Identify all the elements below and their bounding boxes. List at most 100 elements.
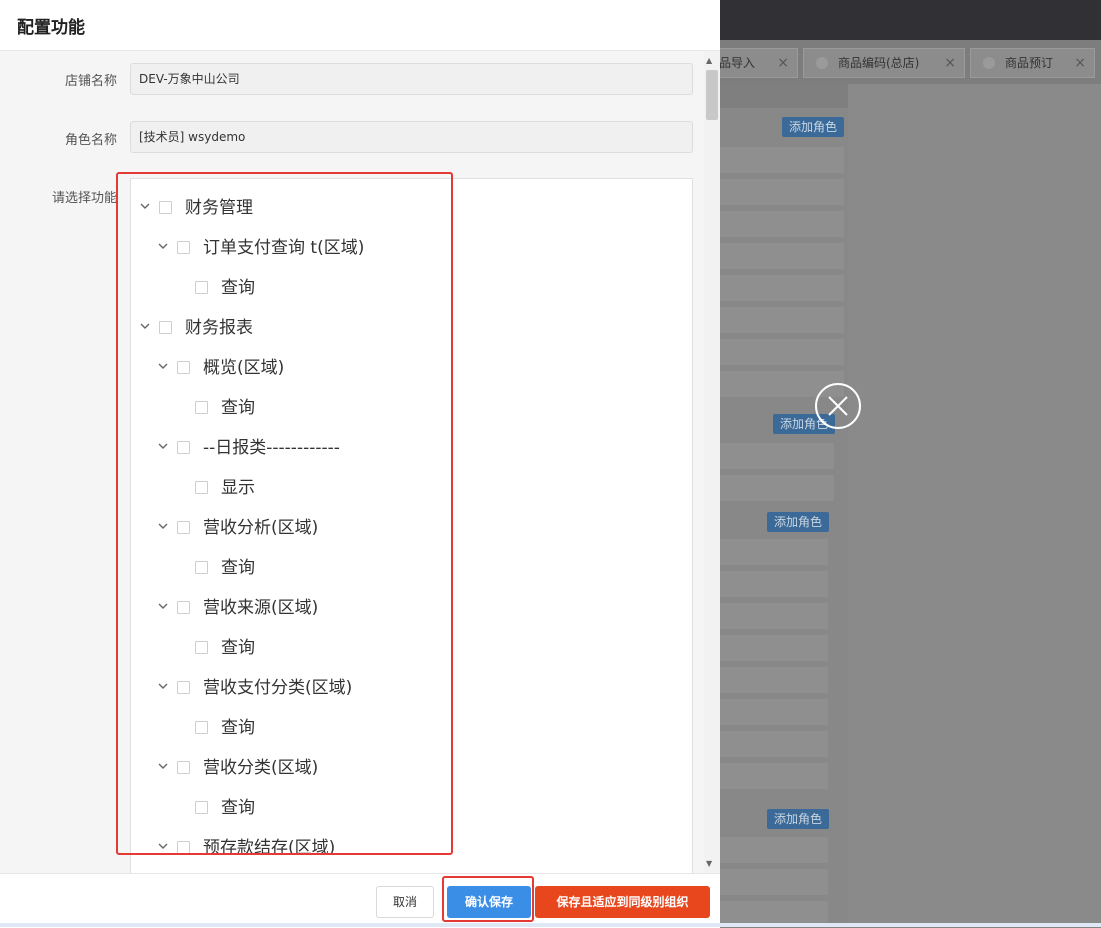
chevron-down-icon[interactable]: [139, 200, 151, 212]
background-row: [720, 179, 844, 205]
tree-node-checkbox[interactable]: [195, 281, 208, 294]
tree-node-checkbox[interactable]: [177, 521, 190, 534]
background-row: [720, 307, 844, 333]
tree-node-checkbox[interactable]: [177, 441, 190, 454]
dialog-scrollbar-thumb[interactable]: [706, 70, 718, 120]
tree-node[interactable]: 概览(区域): [157, 357, 557, 379]
tree-node-label: 查询: [221, 638, 255, 658]
tree-node-checkbox[interactable]: [195, 481, 208, 494]
chevron-down-icon[interactable]: [157, 360, 169, 372]
tab-label: 商品预订: [1005, 56, 1054, 70]
scroll-up-icon[interactable]: ▲: [706, 56, 712, 65]
tree-node[interactable]: 显示: [175, 477, 575, 499]
tree-node[interactable]: 查询: [175, 637, 575, 659]
tree-node[interactable]: --日报类------------: [157, 437, 557, 459]
tab-product-code[interactable]: 商品编码(总店) ×: [803, 48, 965, 78]
tree-node[interactable]: 财务管理: [139, 197, 539, 219]
tree-node-checkbox[interactable]: [177, 361, 190, 374]
tree-node-checkbox[interactable]: [177, 601, 190, 614]
tree-node-checkbox[interactable]: [177, 241, 190, 254]
tab-status-dot: [983, 57, 995, 69]
tab-product-reserve[interactable]: 商品预订 ×: [970, 48, 1095, 78]
tree-node[interactable]: 营收支付分类(区域): [157, 677, 557, 699]
tree-node-checkbox[interactable]: [177, 841, 190, 854]
cancel-button[interactable]: 取消: [376, 886, 434, 918]
tree-node-checkbox[interactable]: [195, 561, 208, 574]
tree-node-label: 订单支付查询 t(区域): [203, 238, 365, 258]
tree-node-label: 财务管理: [185, 198, 253, 218]
chevron-down-icon[interactable]: [157, 840, 169, 852]
tree-node-label: 营收支付分类(区域): [203, 678, 353, 698]
tree-node[interactable]: 营收来源(区域): [157, 597, 557, 619]
background-row: [720, 731, 828, 757]
dialog-footer: 取消 确认保存 保存且适应到同级别组织: [0, 873, 720, 928]
background-row: [720, 275, 844, 301]
tree-node-checkbox[interactable]: [159, 201, 172, 214]
background-row: [720, 667, 828, 693]
background-row: [720, 869, 828, 895]
tree-node-checkbox[interactable]: [195, 401, 208, 414]
tab-status-dot: [816, 57, 828, 69]
tree-node[interactable]: 查询: [175, 277, 575, 299]
tree-node[interactable]: 查询: [175, 717, 575, 739]
scroll-down-icon[interactable]: ▼: [706, 859, 712, 868]
tree-node-label: 营收来源(区域): [203, 598, 319, 618]
tree-node[interactable]: 财务报表: [139, 317, 539, 339]
tree-node[interactable]: 营收分类(区域): [157, 757, 557, 779]
tab-close-icon[interactable]: ×: [944, 49, 956, 77]
background-row: [720, 603, 828, 629]
chevron-down-icon[interactable]: [139, 320, 151, 332]
tree-node-label: 查询: [221, 278, 255, 298]
background-row: [720, 475, 834, 501]
tree-node[interactable]: 查询: [175, 557, 575, 579]
dialog-scrollbar[interactable]: [704, 51, 720, 873]
chevron-down-icon[interactable]: [157, 600, 169, 612]
tree-node-label: 查询: [221, 798, 255, 818]
tree-node-checkbox[interactable]: [177, 761, 190, 774]
tree-node-checkbox[interactable]: [195, 801, 208, 814]
dialog-header: 配置功能: [0, 0, 720, 51]
background-row: [720, 211, 844, 237]
tree-node-label: 营收分析(区域): [203, 518, 319, 538]
close-icon: [828, 396, 848, 416]
chevron-down-icon[interactable]: [157, 520, 169, 532]
tab-close-icon[interactable]: ×: [1074, 49, 1086, 77]
tree-node-checkbox[interactable]: [195, 721, 208, 734]
tree-node-label: 预存款结存(区域): [203, 838, 336, 858]
store-name-field[interactable]: DEV-万象中山公司: [130, 63, 693, 95]
function-tree[interactable]: 财务管理 订单支付查询 t(区域) 查询 财务报表 概览(区域) 查询 --日报类-----…: [130, 178, 693, 873]
background-row: [720, 837, 828, 863]
tab-close-icon[interactable]: ×: [777, 49, 789, 77]
confirm-save-button[interactable]: 确认保存: [447, 886, 531, 918]
save-and-apply-button[interactable]: 保存且适应到同级别组织: [535, 886, 710, 918]
config-function-dialog: 配置功能 店铺名称 DEV-万象中山公司 角色名称 [技术员] wsydemo …: [0, 0, 720, 928]
tree-node-label: 查询: [221, 558, 255, 578]
tree-node-checkbox[interactable]: [195, 641, 208, 654]
background-row: [720, 763, 828, 789]
tree-node[interactable]: 查询: [175, 397, 575, 419]
role-name-label: 角色名称: [64, 133, 117, 148]
role-name-field[interactable]: [技术员] wsydemo: [130, 121, 693, 153]
dialog-title: 配置功能: [17, 18, 85, 38]
chevron-down-icon[interactable]: [157, 680, 169, 692]
background-row: [720, 147, 844, 173]
store-name-label: 店铺名称: [64, 74, 117, 89]
chevron-down-icon[interactable]: [157, 440, 169, 452]
tree-node[interactable]: 营收分析(区域): [157, 517, 557, 539]
tree-node-label: 查询: [221, 718, 255, 738]
chevron-down-icon[interactable]: [157, 760, 169, 772]
tree-node-checkbox[interactable]: [159, 321, 172, 334]
chevron-down-icon[interactable]: [157, 240, 169, 252]
background-row: [720, 571, 828, 597]
tree-node-label: 营收分类(区域): [203, 758, 319, 778]
tree-node[interactable]: 预存款结存(区域): [157, 837, 557, 859]
tree-node-checkbox[interactable]: [177, 681, 190, 694]
background-row: [720, 243, 844, 269]
tree-node[interactable]: 查询: [175, 797, 575, 819]
close-circle-icon[interactable]: [815, 383, 861, 429]
background-row: [720, 339, 844, 365]
tree-node-label: 概览(区域): [203, 358, 285, 378]
tree-node[interactable]: 订单支付查询 t(区域): [157, 237, 557, 259]
background-row: [720, 699, 828, 725]
dialog-body: 店铺名称 DEV-万象中山公司 角色名称 [技术员] wsydemo 请选择功能…: [0, 51, 720, 873]
